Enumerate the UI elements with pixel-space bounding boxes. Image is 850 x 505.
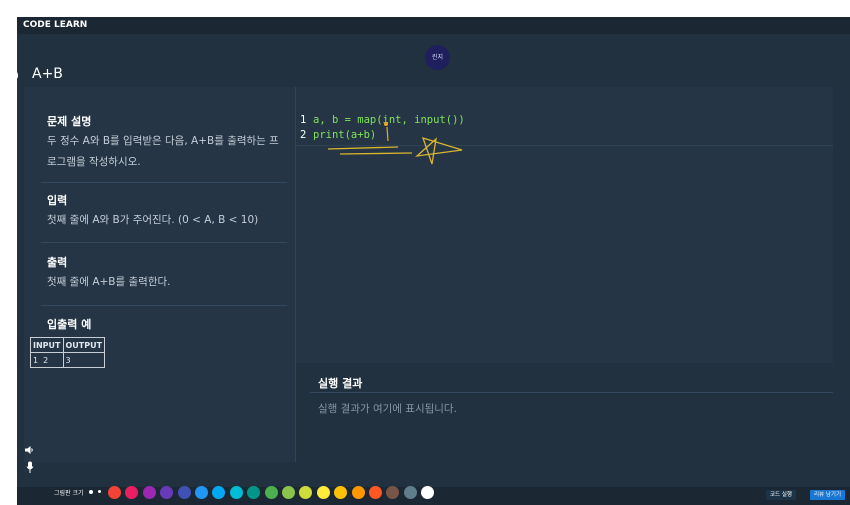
- pen-size-tiny[interactable]: [98, 490, 101, 493]
- result-heading: 실행 결과: [318, 377, 363, 390]
- color-swatch[interactable]: [108, 486, 121, 499]
- pen-size-label: 그림판 크기: [54, 490, 84, 497]
- color-swatch[interactable]: [282, 486, 295, 499]
- color-swatch[interactable]: [264, 486, 278, 499]
- color-swatch[interactable]: [403, 486, 417, 499]
- microphone-icon[interactable]: [26, 461, 34, 474]
- speaker-icon[interactable]: [24, 445, 34, 455]
- leave-review-button[interactable]: 리뷰 남기기: [810, 490, 846, 500]
- result-output: 실행 결과가 여기에 표시됩니다.: [318, 403, 457, 415]
- color-swatch[interactable]: [369, 486, 382, 499]
- pen-annotation: [327, 122, 463, 165]
- pen-size-small[interactable]: [89, 490, 93, 494]
- color-swatch[interactable]: [316, 486, 330, 499]
- run-code-button[interactable]: 코드 실행: [766, 490, 796, 500]
- color-swatch[interactable]: [351, 486, 365, 499]
- color-swatch[interactable]: [177, 486, 191, 499]
- color-swatch[interactable]: [229, 486, 243, 499]
- color-swatch[interactable]: [195, 486, 208, 499]
- color-swatch[interactable]: [142, 486, 156, 499]
- result-divider: [310, 392, 833, 393]
